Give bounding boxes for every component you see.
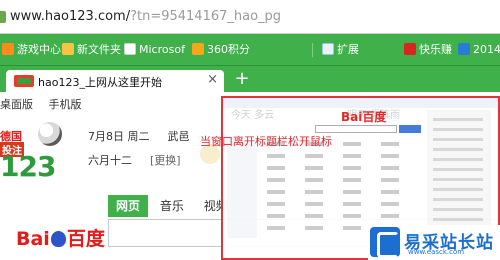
- extensions-icon: [322, 43, 334, 55]
- extensions-button[interactable]: 扩展: [322, 42, 359, 58]
- preview-ghost-weather: 今天 多云: [231, 110, 275, 121]
- tab-music[interactable]: 音乐: [152, 195, 192, 217]
- lunar-text: 六月十二: [88, 154, 132, 167]
- date-line: 7月8日 周二 武邑: [88, 128, 190, 144]
- tab-web[interactable]: 网页: [108, 195, 149, 217]
- bookmark-microsoft[interactable]: Microsof: [124, 42, 185, 58]
- desktop-version-link[interactable]: 桌面版: [0, 98, 33, 111]
- hao123-logo[interactable]: 德国 投注 123: [0, 120, 66, 183]
- tab-hao123[interactable]: hao123_上网从这里开始 ×: [6, 70, 224, 92]
- preview-baidu-logo: Bai百度: [341, 110, 387, 124]
- site-watermark: 易采站长站 www.easck.com: [368, 225, 500, 260]
- 360-icon: [192, 43, 204, 55]
- secure-icon: [0, 11, 6, 23]
- instruction-caption: 当窗口离开标题栏松开鼠标: [200, 135, 332, 148]
- bookmark-kuailezhuan[interactable]: 快乐赚: [404, 42, 452, 58]
- browser-window: www.hao123.com/?tn=95414167_hao_pg 游戏中心 …: [0, 0, 500, 260]
- watermark-url: www.easck.com: [408, 248, 465, 256]
- url-text[interactable]: www.hao123.com/?tn=95414167_hao_pg: [10, 9, 281, 24]
- change-city-link[interactable]: [更换]: [150, 154, 181, 167]
- hao123-favicon: [14, 75, 34, 87]
- search-tabs: 网页 音乐 视频: [108, 195, 236, 217]
- bookmark-2014[interactable]: 2014世: [458, 42, 500, 58]
- logo-number: 123: [0, 150, 56, 183]
- new-tab-button[interactable]: +: [232, 69, 252, 89]
- mobile-version-link[interactable]: 手机版: [49, 98, 82, 111]
- preview-search-button: [399, 125, 421, 133]
- watermark-logo-icon: [370, 227, 400, 258]
- tab-title: hao123_上网从这里开始: [38, 76, 162, 89]
- address-bar[interactable]: www.hao123.com/?tn=95414167_hao_pg: [0, 0, 500, 34]
- microsoft-icon: [124, 43, 136, 55]
- city-text: 武邑: [167, 130, 190, 143]
- baidu-logo-chinese: 百度: [66, 228, 105, 250]
- worldcup-icon: [458, 43, 470, 55]
- baidu-logo-text: Bai: [16, 228, 50, 250]
- preview-sidebar: [227, 138, 257, 238]
- football-icon: [38, 122, 62, 146]
- bookmark-separator: [312, 43, 313, 57]
- tab-strip: hao123_上网从这里开始 × +: [0, 66, 500, 92]
- lunar-line: 六月十二 [更换]: [88, 152, 181, 168]
- bookmark-360-points[interactable]: 360积分: [192, 42, 250, 58]
- date-text: 7月8日 周二: [88, 130, 150, 143]
- version-nav: 桌面版 手机版: [0, 96, 94, 112]
- folder-icon: [62, 43, 74, 55]
- bookmark-game-center[interactable]: 游戏中心: [2, 42, 61, 58]
- kuailezhuan-icon: [404, 43, 416, 55]
- baidu-logo[interactable]: Bai 百度: [16, 224, 105, 251]
- bookmark-new-folder[interactable]: 新文件夹: [62, 42, 121, 58]
- preview-search-box: [315, 125, 397, 133]
- game-icon: [2, 43, 14, 55]
- close-tab-icon[interactable]: ×: [207, 72, 218, 87]
- bookmarks-bar: 游戏中心 新文件夹 Microsof 360积分 扩展 快乐赚 2014世: [0, 34, 500, 66]
- baidu-paw-icon: [50, 231, 66, 247]
